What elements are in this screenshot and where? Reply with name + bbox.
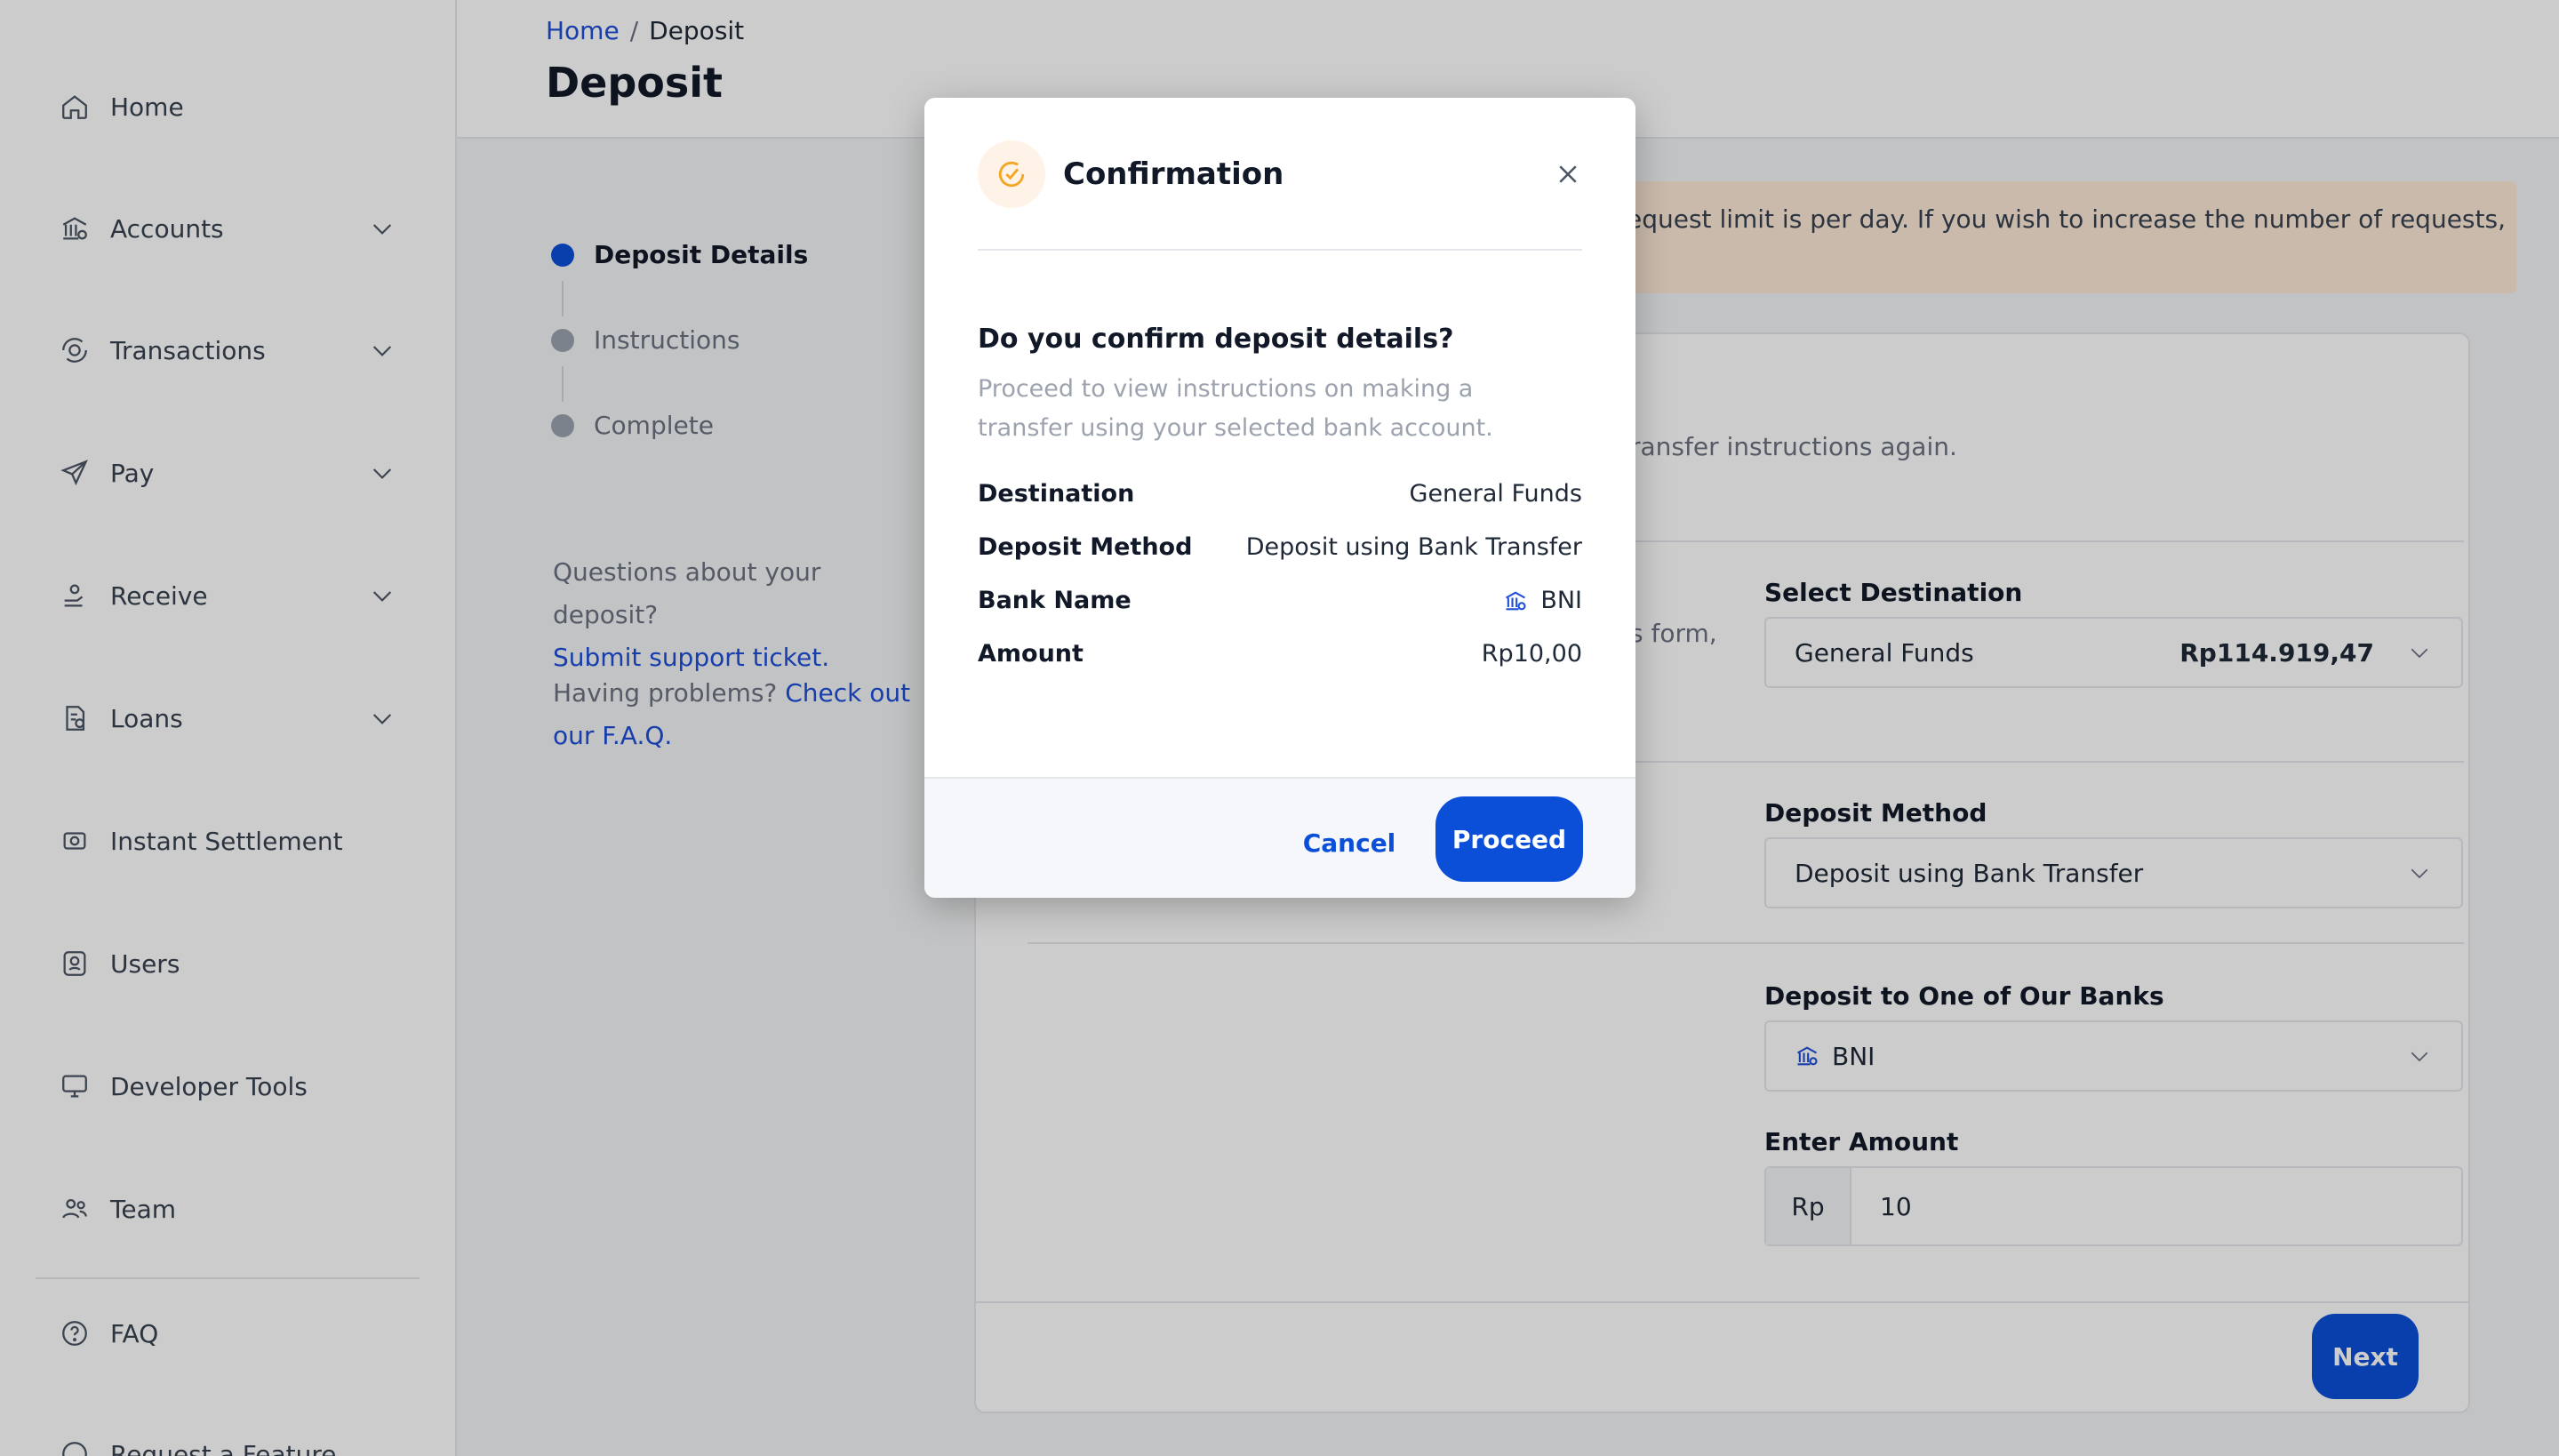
- detail-key: Destination: [978, 480, 1135, 508]
- modal-divider: [978, 249, 1582, 251]
- detail-row-amount: Amount Rp10,00: [978, 640, 1582, 668]
- close-icon[interactable]: [1550, 156, 1586, 192]
- detail-row-bank: Bank Name BNI: [978, 587, 1582, 614]
- modal-title: Confirmation: [1063, 156, 1284, 192]
- detail-key: Deposit Method: [978, 533, 1193, 561]
- cancel-button[interactable]: Cancel: [1287, 800, 1411, 885]
- detail-value: Rp10,00: [1481, 640, 1582, 668]
- proceed-button[interactable]: Proceed: [1435, 796, 1583, 882]
- detail-value: Deposit using Bank Transfer: [1245, 533, 1582, 561]
- modal-question: Do you confirm deposit details?: [978, 324, 1454, 355]
- detail-value: General Funds: [1409, 480, 1582, 508]
- detail-row-method: Deposit Method Deposit using Bank Transf…: [978, 533, 1582, 561]
- detail-value: BNI: [1540, 587, 1582, 614]
- modal-description: Proceed to view instructions on making a…: [978, 375, 1493, 442]
- modal-footer: Cancel Proceed: [924, 777, 1635, 898]
- detail-key: Bank Name: [978, 587, 1132, 614]
- detail-value-wrap: BNI: [1503, 587, 1582, 614]
- check-circle-icon: [978, 140, 1045, 208]
- bank-icon: [1506, 590, 1526, 610]
- detail-key: Amount: [978, 640, 1084, 668]
- confirmation-modal: Confirmation Do you confirm deposit deta…: [924, 98, 1635, 898]
- detail-row-destination: Destination General Funds: [978, 480, 1582, 508]
